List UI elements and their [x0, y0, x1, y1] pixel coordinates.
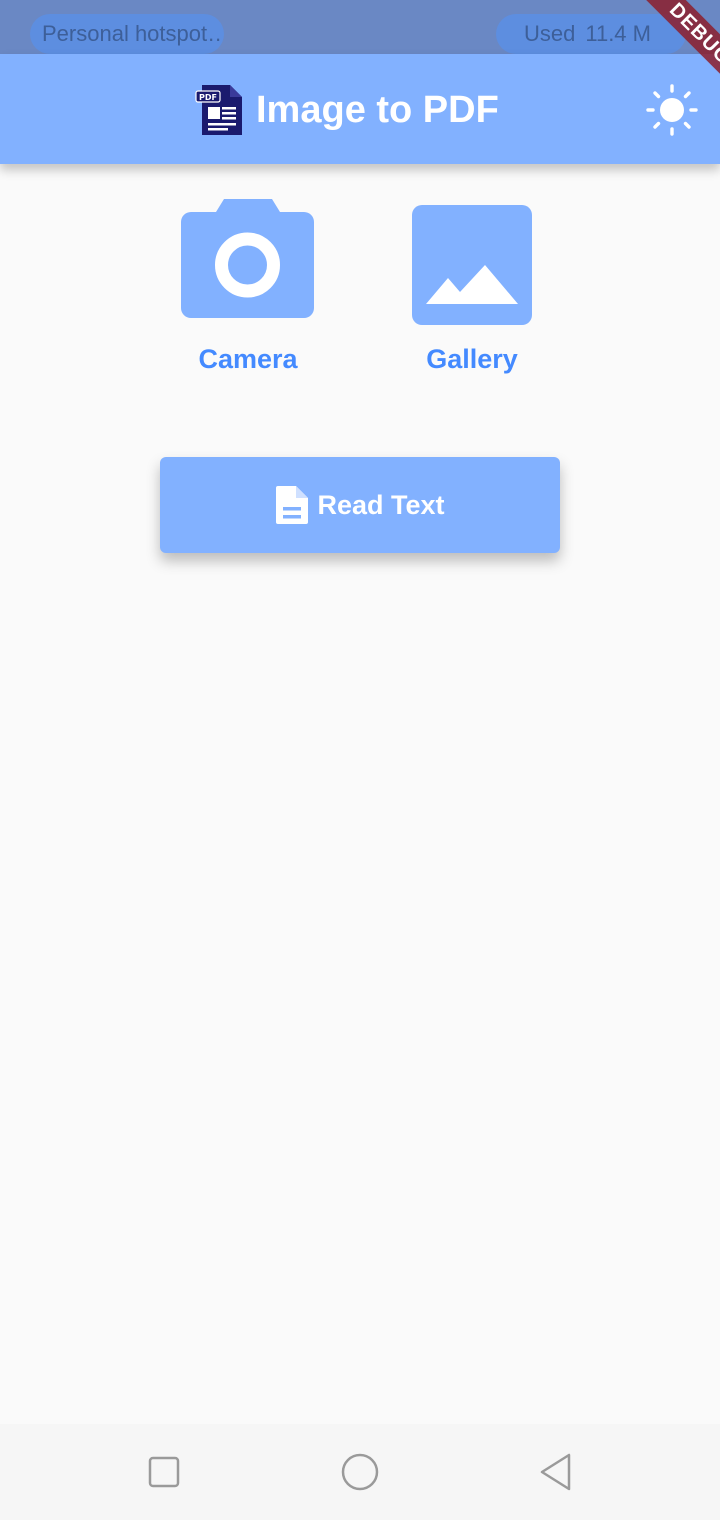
- camera-label: Camera: [198, 344, 298, 374]
- navigation-bar: [0, 1424, 720, 1520]
- camera-button[interactable]: Camera: [168, 196, 328, 386]
- gallery-label: Gallery: [426, 344, 518, 374]
- status-bar: Personal hotspot… Used 11.4 M: [0, 0, 720, 54]
- circle-icon[interactable]: [340, 1452, 380, 1492]
- app-title-group: PDF Image to PDF: [194, 82, 499, 138]
- pdf-logo-text: PDF: [199, 93, 217, 102]
- app-bar: PDF Image to PDF: [0, 54, 720, 164]
- read-text-button[interactable]: Read Text: [160, 457, 560, 553]
- read-text-label: Read Text: [317, 489, 445, 520]
- app-title: Image to PDF: [256, 88, 499, 131]
- image-icon: [412, 205, 532, 325]
- usage-value: 11.4 M: [585, 21, 651, 46]
- usage-label: Used: [524, 21, 576, 46]
- pdf-file-icon: PDF: [195, 85, 242, 135]
- hotspot-indicator[interactable]: Personal hotspot…: [30, 14, 224, 54]
- data-usage-indicator[interactable]: Used 11.4 M: [496, 14, 686, 54]
- sun-icon[interactable]: [646, 84, 698, 136]
- hotspot-label: Personal hotspot…: [42, 21, 224, 46]
- triangle-back-icon[interactable]: [536, 1452, 576, 1492]
- document-icon: [276, 486, 309, 524]
- camera-icon: [181, 199, 314, 318]
- square-icon[interactable]: [144, 1452, 184, 1492]
- gallery-button[interactable]: Gallery: [392, 196, 552, 386]
